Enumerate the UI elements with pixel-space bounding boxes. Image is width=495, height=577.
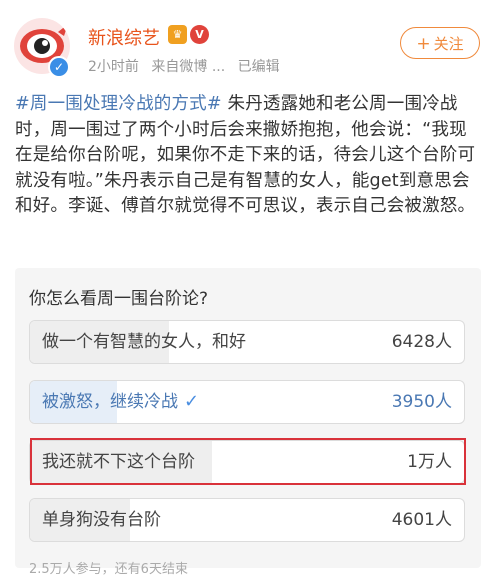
poll-footer: 2.5万人参与，还有6天结束 — [29, 562, 188, 577]
poll-option-count: 4601人 — [391, 510, 452, 530]
check-icon: ✓ — [184, 391, 200, 412]
poll-option-label: 做一个有智慧的女人，和好 — [42, 332, 246, 352]
poll-option-label: 我还就不下这个台阶 — [42, 452, 195, 472]
poll-question: 你怎么看周一围台阶论? — [29, 289, 209, 309]
poll-option-count: 6428人 — [391, 332, 452, 352]
plus-icon: + — [416, 34, 431, 54]
vip-badge-icon: ♛ — [168, 25, 187, 44]
poll-option-count: 1万人 — [407, 452, 452, 472]
edited-label[interactable]: 已编辑 — [238, 59, 280, 75]
hashtag-link[interactable]: #周一围处理冷战的方式# — [15, 94, 222, 114]
post-time: 2小时前 — [88, 59, 139, 75]
verified-icon: ✓ — [48, 56, 70, 78]
post-text: #周一围处理冷战的方式# 朱丹透露她和老公周一围冷战时，周一围过了两个小时后会来… — [15, 92, 483, 220]
poll-option-text: 被激怒，继续冷战 — [42, 392, 178, 412]
poll-option[interactable]: 我还就不下这个台阶 1万人 — [29, 440, 465, 484]
poll-option-count: 3950人 — [391, 392, 452, 412]
post-meta: 2小时前 来自微博 ... 已编辑 — [88, 56, 288, 76]
poll-option-label: 被激怒，继续冷战 ✓ — [42, 381, 199, 423]
poll-option[interactable]: 单身狗没有台阶 4601人 — [29, 498, 465, 542]
poll-card: 你怎么看周一围台阶论? 做一个有智慧的女人，和好 6428人 被激怒，继续冷战 ✓… — [15, 268, 481, 577]
follow-button[interactable]: + 关注 — [400, 27, 480, 59]
post-source[interactable]: 来自微博 ... — [151, 59, 225, 75]
post-header: ✓ 新浪综艺 ♛ V 2小时前 来自微博 ... 已编辑 + 关注 — [0, 0, 495, 84]
poll-option[interactable]: 做一个有智慧的女人，和好 6428人 — [29, 320, 465, 364]
hot-badge-icon: V — [190, 25, 209, 44]
account-name[interactable]: 新浪综艺 — [88, 24, 160, 50]
follow-label: 关注 — [433, 35, 464, 53]
poll-option-selected[interactable]: 被激怒，继续冷战 ✓ 3950人 — [29, 380, 465, 424]
poll-option-label: 单身狗没有台阶 — [42, 510, 161, 530]
